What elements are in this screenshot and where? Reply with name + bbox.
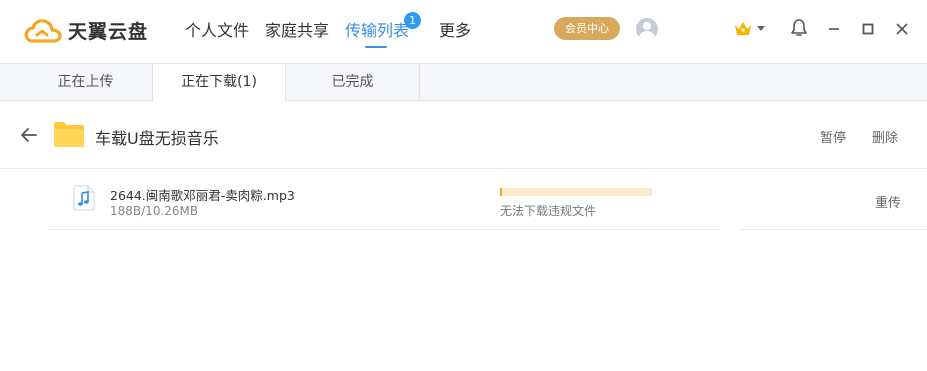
- chevron-down-icon: [757, 26, 765, 31]
- bell-icon: [791, 19, 807, 36]
- download-progress-fill: [500, 188, 502, 196]
- music-file-icon: [73, 185, 95, 211]
- title-bar: 天翼云盘 个人文件 家庭共享 传输列表 1 更多 会员中心: [0, 0, 927, 64]
- maximize-button[interactable]: [857, 18, 879, 40]
- file-name: 2644.闽南歌邓丽君-卖肉粽.mp3: [110, 188, 295, 203]
- tab-uploading[interactable]: 正在上传: [19, 64, 153, 101]
- nav-item-label: 传输列表: [345, 21, 410, 40]
- folder-header: 车载U盘无损音乐 暂停 删除: [0, 101, 927, 169]
- tab-completed[interactable]: 已完成: [286, 64, 420, 101]
- minimize-button[interactable]: [823, 18, 845, 40]
- nav-item-label: 更多: [439, 21, 472, 40]
- transfer-tabs: 正在上传 正在下载(1) 已完成: [0, 64, 927, 102]
- list-item: 2644.闽南歌邓丽君-卖肉粽.mp3 188B/10.26MB 无法下载违规文…: [48, 170, 927, 230]
- vip-menu-button[interactable]: [733, 18, 767, 40]
- folder-icon: [54, 122, 84, 147]
- tab-downloading[interactable]: 正在下载(1): [152, 64, 286, 102]
- nav-item-transfer-list[interactable]: 传输列表 1: [345, 0, 422, 64]
- download-status: 无法下载违规文件: [500, 204, 597, 218]
- close-icon: [896, 23, 908, 35]
- row-divider: [48, 229, 720, 230]
- member-center-button[interactable]: 会员中心: [554, 17, 620, 40]
- arrow-left-icon: [21, 128, 37, 142]
- nav-item-label: 家庭共享: [265, 21, 330, 40]
- retry-button[interactable]: 重传: [875, 192, 901, 211]
- delete-all-button[interactable]: 删除: [872, 127, 898, 146]
- nav-item-personal-files[interactable]: 个人文件: [185, 0, 249, 64]
- nav-item-more[interactable]: 更多: [439, 0, 471, 64]
- row-divider: [740, 229, 927, 230]
- app-name: 天翼云盘: [68, 21, 149, 43]
- back-button[interactable]: [18, 125, 40, 145]
- nav-item-family-share[interactable]: 家庭共享: [265, 0, 329, 64]
- crown-icon: [735, 22, 751, 35]
- close-button[interactable]: [891, 18, 913, 40]
- pause-all-button[interactable]: 暂停: [820, 127, 846, 146]
- file-size: 188B/10.26MB: [110, 204, 199, 218]
- nav-item-label: 个人文件: [185, 21, 250, 40]
- minimize-icon: [829, 28, 839, 30]
- app-logo: 天翼云盘: [24, 17, 148, 44]
- avatar[interactable]: [636, 18, 658, 40]
- download-progress-bar: [500, 188, 652, 196]
- maximize-icon: [862, 23, 874, 35]
- main-nav: 个人文件 家庭共享 传输列表 1 更多: [185, 0, 487, 64]
- transfer-count-badge: 1: [404, 12, 422, 29]
- cloud-logo-icon: [24, 18, 62, 43]
- notification-button[interactable]: [789, 18, 811, 40]
- folder-name: 车载U盘无损音乐: [95, 129, 219, 148]
